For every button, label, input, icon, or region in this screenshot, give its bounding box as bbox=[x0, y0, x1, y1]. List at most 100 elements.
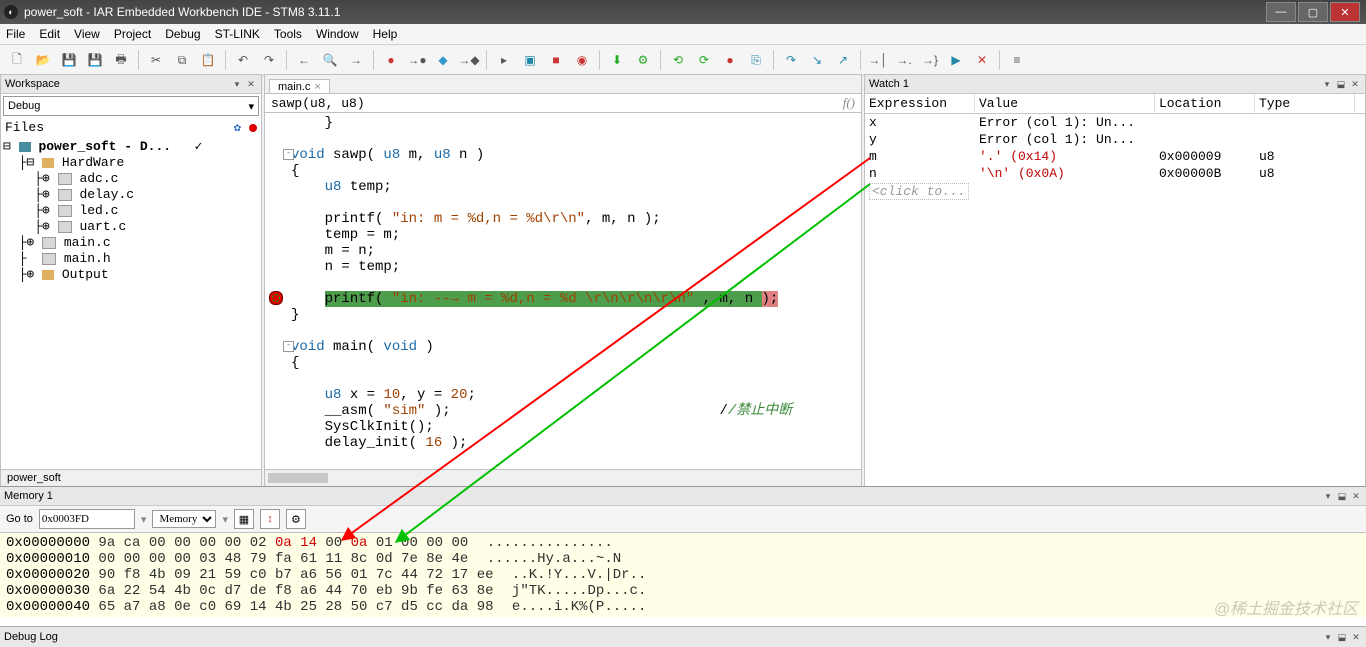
watch-column-header[interactable]: Value bbox=[975, 94, 1155, 113]
fold-icon[interactable]: - bbox=[283, 149, 294, 160]
stop-debug-icon[interactable]: ● bbox=[719, 49, 741, 71]
step-over-icon[interactable]: ↷ bbox=[780, 49, 802, 71]
code-line[interactable]: printf( "in: --→ m = %d,n = %d \r\n\r\n\… bbox=[265, 291, 861, 307]
bp-toggle-icon[interactable]: ● bbox=[380, 49, 402, 71]
memory-refresh-button[interactable]: ↕ bbox=[260, 509, 280, 529]
open-icon[interactable]: 📂 bbox=[32, 49, 54, 71]
find-icon[interactable]: 🔍 bbox=[319, 49, 341, 71]
menu-window[interactable]: Window bbox=[316, 27, 359, 41]
copy-icon[interactable]: ⧉ bbox=[171, 49, 193, 71]
code-line[interactable]: } bbox=[265, 115, 861, 131]
menu-view[interactable]: View bbox=[74, 27, 100, 41]
code-line[interactable] bbox=[265, 275, 861, 291]
code-line[interactable]: printf( "in: m = %d,n = %d\r\n", m, n ); bbox=[265, 211, 861, 227]
paste-icon[interactable]: 📋 bbox=[197, 49, 219, 71]
window-maximize-button[interactable]: ▢ bbox=[1298, 2, 1328, 22]
memory-columns-button[interactable]: ▦ bbox=[234, 509, 254, 529]
panel-close-icon[interactable]: ✕ bbox=[1350, 490, 1362, 502]
code-line[interactable] bbox=[265, 323, 861, 339]
code-line[interactable]: __asm( "sim" ); //禁止中断 bbox=[265, 403, 861, 419]
go-icon[interactable]: ▶ bbox=[945, 49, 967, 71]
go-to-bp-icon[interactable]: →● bbox=[406, 49, 428, 71]
code-line[interactable]: u8 x = 10, y = 20; bbox=[265, 387, 861, 403]
download-icon[interactable]: ⬇ bbox=[606, 49, 628, 71]
watch-row[interactable]: yError (col 1): Un... bbox=[865, 131, 1365, 148]
panel-pin-icon[interactable]: ⬓ bbox=[1335, 78, 1347, 90]
code-line[interactable]: n = temp; bbox=[265, 259, 861, 275]
reset-icon[interactable]: ⟲ bbox=[667, 49, 689, 71]
step-out-icon[interactable]: ↗ bbox=[832, 49, 854, 71]
save-all-icon[interactable]: 💾 bbox=[84, 49, 106, 71]
panel-dropdown-icon[interactable]: ▾ bbox=[1322, 631, 1334, 643]
next-statement-icon[interactable]: →} bbox=[919, 49, 941, 71]
panel-dropdown-icon[interactable]: ▾ bbox=[231, 78, 243, 90]
code-line[interactable] bbox=[265, 195, 861, 211]
memory-dump[interactable]: 0x00000000 9a ca 00 00 00 00 02 0a 14 00… bbox=[0, 533, 1366, 617]
code-line[interactable]: u8 temp; bbox=[265, 179, 861, 195]
editor-scrollbar[interactable] bbox=[265, 469, 861, 486]
memory-row[interactable]: 0x00000030 6a 22 54 4b 0c d7 de f8 a6 44… bbox=[6, 583, 1360, 599]
tree-item[interactable]: ├⊕ uart.c bbox=[3, 219, 259, 235]
watch-add-expression[interactable]: <click to... bbox=[869, 183, 969, 200]
menu-st-link[interactable]: ST-LINK bbox=[215, 27, 260, 41]
attach-icon[interactable]: ⎘ bbox=[745, 49, 767, 71]
tree-project-root[interactable]: ⊟ power_soft - D... ✓ bbox=[3, 139, 259, 155]
watch-row[interactable]: xError (col 1): Un... bbox=[865, 114, 1365, 131]
gear-icon[interactable]: ✿ bbox=[234, 120, 241, 135]
menu-help[interactable]: Help bbox=[373, 27, 398, 41]
build-config-select[interactable]: Debug ▾ bbox=[3, 96, 259, 116]
watch-row[interactable]: n'\n' (0x0A)0x00000Bu8 bbox=[865, 165, 1365, 182]
memory-space-select[interactable]: Memory bbox=[152, 510, 216, 528]
save-icon[interactable]: 💾 bbox=[58, 49, 80, 71]
stop-build-icon[interactable]: ■ bbox=[545, 49, 567, 71]
code-line[interactable] bbox=[265, 131, 861, 147]
code-area[interactable]: } -void sawp( u8 m, u8 n ){ u8 temp; pri… bbox=[265, 113, 861, 469]
code-line[interactable]: m = n; bbox=[265, 243, 861, 259]
panel-close-icon[interactable]: ✕ bbox=[1349, 78, 1361, 90]
print-icon[interactable]: 🖶 bbox=[110, 49, 132, 71]
watch-table[interactable]: ExpressionValueLocationType xError (col … bbox=[865, 94, 1365, 486]
panel-pin-icon[interactable]: ⬓ bbox=[1336, 490, 1348, 502]
tree-item[interactable]: ├⊟ HardWare bbox=[3, 155, 259, 171]
watch-row[interactable]: m'.' (0x14)0x000009u8 bbox=[865, 148, 1365, 165]
file-tree[interactable]: ⊟ power_soft - D... ✓ ├⊟ HardWare ├⊕ adc… bbox=[1, 137, 261, 469]
editor-tab-mainc[interactable]: main.c × bbox=[269, 79, 330, 93]
function-dropdown-icon[interactable]: f() bbox=[843, 95, 855, 111]
nav-fwd-icon[interactable]: → bbox=[345, 49, 367, 71]
new-file-icon[interactable]: 🗋 bbox=[6, 49, 28, 71]
panel-dropdown-icon[interactable]: ▾ bbox=[1322, 490, 1334, 502]
toggle-bp-icon[interactable]: ◉ bbox=[571, 49, 593, 71]
compile-icon[interactable]: ▸ bbox=[493, 49, 515, 71]
memory-goto-input[interactable] bbox=[39, 509, 135, 529]
panel-close-icon[interactable]: ✕ bbox=[1350, 631, 1362, 643]
tree-item[interactable]: ├⊕ led.c bbox=[3, 203, 259, 219]
code-line[interactable]: } bbox=[265, 307, 861, 323]
watch-column-header[interactable]: Expression bbox=[865, 94, 975, 113]
bookmark-next-icon[interactable]: →◆ bbox=[458, 49, 480, 71]
memory-row[interactable]: 0x00000040 65 a7 a8 0e c0 69 14 4b 25 28… bbox=[6, 599, 1360, 615]
code-line[interactable] bbox=[265, 371, 861, 387]
debug-config-icon[interactable]: ⚙ bbox=[632, 49, 654, 71]
fold-icon[interactable]: - bbox=[283, 341, 294, 352]
cut-icon[interactable]: ✂ bbox=[145, 49, 167, 71]
tree-item[interactable]: ├⊕ adc.c bbox=[3, 171, 259, 187]
panel-dropdown-icon[interactable]: ▾ bbox=[1321, 78, 1333, 90]
menu-project[interactable]: Project bbox=[114, 27, 151, 41]
run-to-cursor-icon[interactable]: →│ bbox=[867, 49, 889, 71]
memory-row[interactable]: 0x00000000 9a ca 00 00 00 00 02 0a 14 00… bbox=[6, 535, 1360, 551]
code-line[interactable]: delay_init( 16 ); bbox=[265, 435, 861, 451]
close-icon[interactable]: × bbox=[314, 81, 320, 93]
code-line[interactable]: { bbox=[265, 355, 861, 371]
code-line[interactable]: temp = m; bbox=[265, 227, 861, 243]
make-icon[interactable]: ▣ bbox=[519, 49, 541, 71]
panel-pin-icon[interactable]: ⬓ bbox=[1336, 631, 1348, 643]
stop-icon[interactable]: ✕ bbox=[971, 49, 993, 71]
breakpoint-icon[interactable] bbox=[269, 291, 283, 305]
menu-edit[interactable]: Edit bbox=[39, 27, 60, 41]
memory-row[interactable]: 0x00000020 90 f8 4b 09 21 59 c0 b7 a6 56… bbox=[6, 567, 1360, 583]
debug-log-panel[interactable]: Debug Log ▾ ⬓ ✕ bbox=[0, 626, 1366, 647]
code-line[interactable]: -void main( void ) bbox=[265, 339, 861, 355]
tree-item[interactable]: ├ main.h bbox=[3, 251, 259, 267]
menu-file[interactable]: File bbox=[6, 27, 25, 41]
break-icon[interactable]: ⟳ bbox=[693, 49, 715, 71]
